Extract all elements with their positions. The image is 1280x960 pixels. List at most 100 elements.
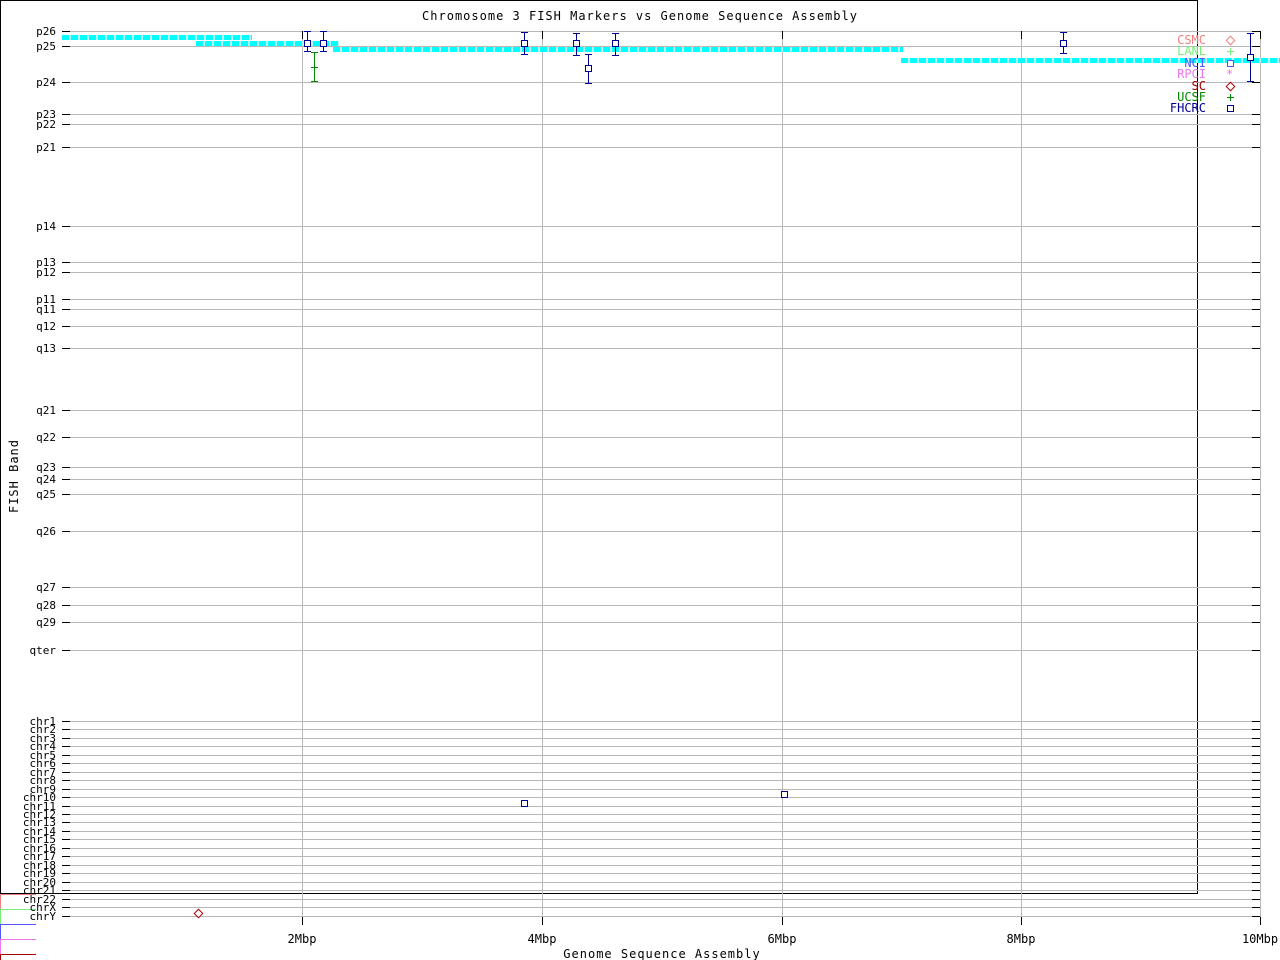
y-tick-left [62, 479, 70, 480]
gridline-horizontal [62, 531, 1260, 532]
y-tick-right [1252, 772, 1260, 773]
y-tick-right [1252, 873, 1260, 874]
error-bar-cap [1247, 81, 1254, 82]
y-tick-label: q28 [36, 599, 56, 612]
y-tick-left [62, 410, 70, 411]
y-tick-right [1252, 856, 1260, 857]
y-tick-right [1252, 899, 1260, 900]
y-tick-left [62, 729, 70, 730]
y-tick-left [62, 772, 70, 773]
fhcrc-point [781, 791, 788, 798]
legend-marker-nci [1227, 60, 1234, 67]
y-tick-right [1252, 890, 1260, 891]
gridline-horizontal [62, 721, 1260, 722]
x-tick-label: 6Mbp [767, 932, 797, 946]
y-tick-left [62, 789, 70, 790]
gridline-horizontal [62, 114, 1260, 115]
y-tick-left [62, 738, 70, 739]
y-tick-label: p14 [36, 220, 56, 233]
gridline-horizontal [62, 806, 1260, 807]
error-bar-cap [1060, 32, 1067, 33]
y-tick-left [62, 839, 70, 840]
y-tick-right [1252, 46, 1260, 47]
legend-label-fhcrc: FHCRC [1169, 101, 1206, 115]
y-tick-right [1252, 916, 1260, 917]
y-tick-right [1252, 882, 1260, 883]
y-tick-right [1252, 309, 1260, 310]
gridline-vertical [542, 31, 543, 925]
y-tick-left [62, 865, 70, 866]
gridline-horizontal [62, 467, 1260, 468]
error-bar-cap [304, 51, 311, 52]
gridline-horizontal [62, 729, 1260, 730]
error-bar-cap [585, 54, 592, 55]
y-tick-label: q23 [36, 461, 56, 474]
fhcrc-point [1247, 54, 1254, 61]
gridline-horizontal [62, 856, 1260, 857]
y-tick-left [62, 147, 70, 148]
plot-border [0, 0, 1198, 894]
y-tick-left [62, 780, 70, 781]
gridline-horizontal [62, 814, 1260, 815]
y-tick-label: p12 [36, 266, 56, 279]
y-tick-right [1252, 82, 1260, 83]
gridline-horizontal [62, 831, 1260, 832]
y-tick-left [62, 622, 70, 623]
y-tick-right [1252, 831, 1260, 832]
gridline-horizontal [62, 755, 1260, 756]
y-tick-left [62, 437, 70, 438]
y-tick-right [1252, 650, 1260, 651]
x-tick-bottom [782, 917, 783, 925]
y-tick-label: q21 [36, 404, 56, 417]
legend-marker-lanl [1227, 51, 1234, 52]
y-tick-left [62, 587, 70, 588]
y-tick-left [62, 873, 70, 874]
gridline-horizontal [62, 822, 1260, 823]
gridline-horizontal [62, 437, 1260, 438]
gridline-horizontal [62, 780, 1260, 781]
y-tick-right [1252, 587, 1260, 588]
legend-marker-ucsf [1227, 97, 1234, 98]
gridline-horizontal [62, 738, 1260, 739]
y-tick-left [62, 114, 70, 115]
y-tick-right [1252, 124, 1260, 125]
fhcrc-point [521, 800, 528, 807]
fhcrc-point [612, 40, 619, 47]
gridline-horizontal [62, 326, 1260, 327]
y-tick-left [62, 916, 70, 917]
gridline-horizontal [62, 494, 1260, 495]
x-tick-bottom [1260, 917, 1261, 925]
gridline-horizontal [62, 479, 1260, 480]
y-tick-right [1252, 814, 1260, 815]
coverage-bar [62, 35, 252, 40]
y-tick-left [62, 226, 70, 227]
gridline-horizontal [62, 797, 1260, 798]
y-tick-right [1252, 721, 1260, 722]
gridline-horizontal [62, 309, 1260, 310]
y-tick-right [1252, 299, 1260, 300]
error-bar-cap [612, 33, 619, 34]
y-tick-left [62, 326, 70, 327]
gridline-horizontal [62, 299, 1260, 300]
gridline-horizontal [62, 348, 1260, 349]
y-tick-left [62, 348, 70, 349]
y-tick-label: p25 [36, 40, 56, 53]
y-tick-label: q11 [36, 303, 56, 316]
y-tick-left [62, 721, 70, 722]
legend-marker-csmc [1225, 35, 1236, 46]
y-tick-left [62, 262, 70, 263]
gridline-horizontal [62, 147, 1260, 148]
gridline-horizontal [62, 226, 1260, 227]
gridline-horizontal [62, 899, 1260, 900]
y-tick-left [62, 272, 70, 273]
gridline-horizontal [62, 622, 1260, 623]
y-tick-label: q22 [36, 431, 56, 444]
gridline-horizontal [62, 772, 1260, 773]
plot-layers: p26 p25 p24 p23 p22 p21 p14 p13 p12 p11 q11 q12 q13 q… [0, 0, 1280, 960]
fhcrc-point [320, 40, 327, 47]
y-tick-left [62, 746, 70, 747]
ucsf-point [311, 67, 318, 68]
y-tick-right [1252, 622, 1260, 623]
y-tick-right [1252, 806, 1260, 807]
fhcrc-point [1060, 40, 1067, 47]
